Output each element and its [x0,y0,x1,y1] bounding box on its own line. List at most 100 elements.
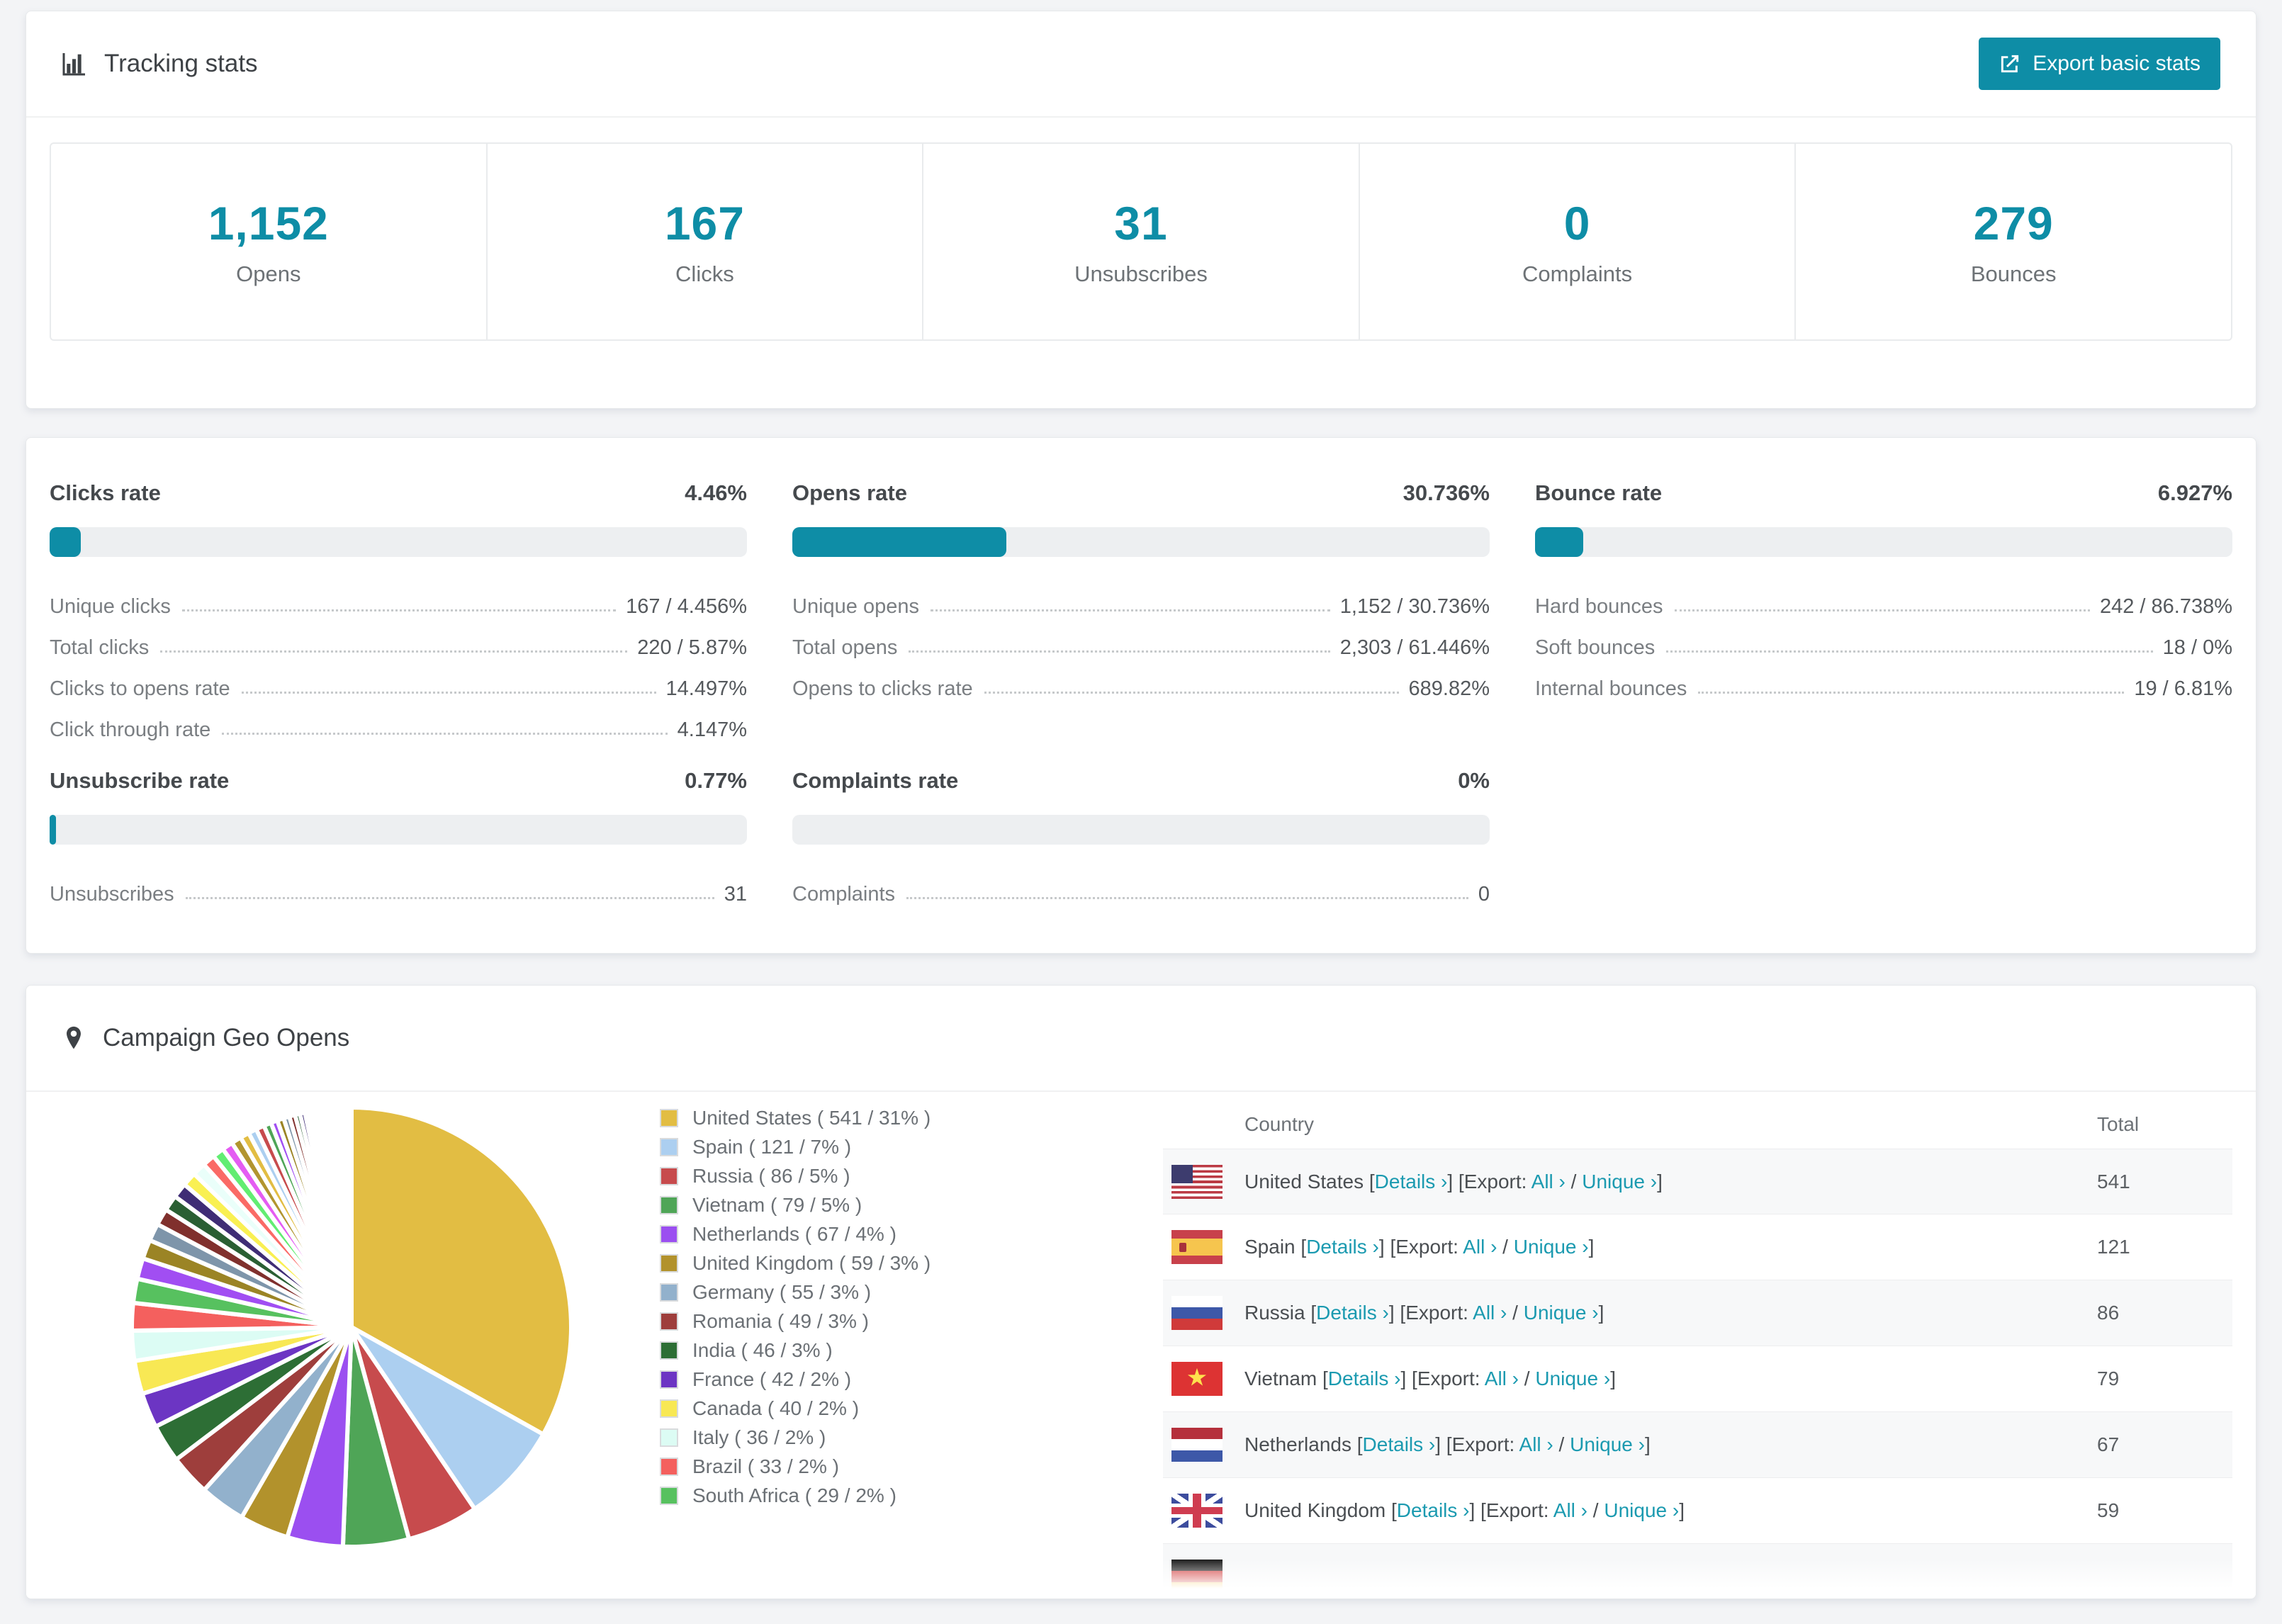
stat-cell: 31 Unsubscribes [923,144,1360,339]
rate-bar-track [792,815,1490,845]
export-button-label: Export basic stats [2033,52,2200,75]
legend-swatch [660,1282,678,1302]
country-name: Spain [1244,1236,1295,1258]
export-all-link[interactable]: All › [1485,1368,1519,1389]
total-cell: 86 [2097,1302,2120,1324]
export-basic-stats-button[interactable]: Export basic stats [1979,38,2220,90]
legend-label: Netherlands ( 67 / 4% ) [692,1222,896,1245]
stat-label: Unsubscribes [1074,261,1208,286]
export-unique-link[interactable]: Unique › [1570,1433,1645,1455]
dotted-leader [241,692,656,694]
rate-stat-value: 18 / 0% [2162,636,2232,659]
legend-label: India ( 46 / 3% ) [692,1338,833,1361]
legend-swatch [660,1224,678,1244]
export-all-link[interactable]: All › [1531,1171,1566,1192]
rate-rows: Hard bounces 242 / 86.738% Soft bounces … [1535,580,2232,703]
country-flag-icon [1171,1428,1222,1462]
rate-block: Complaints rate 0% Complaints 0 [792,768,1490,908]
legend-label: Italy ( 36 / 2% ) [692,1426,826,1448]
stat-label: Opens [236,261,301,286]
stat-label: Clicks [675,261,734,286]
stat-value: 1,152 [208,197,329,249]
details-link[interactable]: Details › [1328,1368,1401,1389]
table-row: United Kingdom [Details ›] [Export: All … [1163,1478,2232,1544]
details-link[interactable]: Details › [1363,1433,1436,1455]
details-link[interactable]: Details › [1375,1171,1448,1192]
legend-label: Spain ( 121 / 7% ) [692,1135,852,1158]
rate-rows: Unique opens 1,152 / 30.736% Total opens… [792,580,1490,703]
legend-swatch [660,1137,678,1156]
geo-pie-chart [130,1105,573,1549]
export-all-link[interactable]: All › [1473,1302,1507,1324]
total-cell: 79 [2097,1368,2120,1389]
rate-block: Bounce rate 6.927% Hard bounces 242 / 86… [1535,480,2232,744]
rate-bar-track [792,527,1490,557]
rates-card: Clicks rate 4.46% Unique clicks 167 / 4.… [26,437,2256,954]
legend-item: Spain ( 121 / 7% ) [660,1132,1163,1161]
rate-rows: Complaints 0 [792,867,1490,908]
details-link[interactable]: Details › [1316,1302,1389,1324]
details-link[interactable]: Details › [1306,1236,1379,1258]
legend-swatch [660,1399,678,1418]
rate-stat-row: Click through rate 4.147% [50,703,747,744]
rate-stat-value: 14.497% [665,677,748,700]
stat-cell: 167 Clicks [488,144,924,339]
country-cell: United States [Details ›] [Export: All ›… [1244,1170,1663,1192]
legend-item: Romania ( 49 / 3% ) [660,1307,1163,1336]
page-title: Tracking stats [60,50,258,78]
dotted-leader [1698,692,2125,694]
rate-stat-label: Clicks to opens rate [50,677,230,700]
legend-swatch [660,1457,678,1476]
legend-label: South Africa ( 29 / 2% ) [692,1484,896,1506]
export-unique-link[interactable]: Unique › [1535,1368,1610,1389]
rate-stat-label: Hard bounces [1535,595,1663,618]
tracking-card-header: Tracking stats Export basic stats [26,11,2256,118]
legend-label: United Kingdom ( 59 / 3% ) [692,1251,931,1274]
rate-stat-label: Unique opens [792,595,919,618]
country-flag-icon [1171,1164,1222,1199]
legend-swatch [660,1253,678,1273]
country-cell: Spain [Details ›] [Export: All › / Uniqu… [1244,1236,1595,1258]
export-unique-link[interactable]: Unique › [1582,1171,1657,1192]
rate-stat-label: Complaints [792,883,896,906]
rates-grid: Clicks rate 4.46% Unique clicks 167 / 4.… [26,438,2256,937]
legend-label: Germany ( 55 / 3% ) [692,1280,872,1303]
column-header-total: Total [2097,1113,2140,1135]
country-cell: Vietnam [Details ›] [Export: All › / Uni… [1244,1368,1616,1389]
rate-value: 0% [1458,768,1490,793]
dotted-leader [222,733,668,735]
dotted-leader [984,692,1399,694]
dotted-leader [160,650,628,653]
geo-card-header: Campaign Geo Opens [26,986,2256,1092]
dotted-leader [1666,650,2153,653]
table-row: Vietnam [Details ›] [Export: All › / Uni… [1163,1346,2232,1412]
export-all-link[interactable]: All › [1463,1236,1497,1258]
rate-bar-fill [50,815,56,845]
geo-legend: United States ( 541 / 31% ) Spain ( 121 … [660,1103,1163,1510]
total-cell: 541 [2097,1170,2130,1192]
export-all-link[interactable]: All › [1553,1499,1587,1521]
legend-swatch [660,1486,678,1505]
geo-table: Country Total United States [Details ›] … [1163,1100,2232,1598]
legend-item: Russia ( 86 / 5% ) [660,1161,1163,1190]
legend-item: United Kingdom ( 59 / 3% ) [660,1248,1163,1278]
rate-bar-track [50,815,747,845]
legend-item: Vietnam ( 79 / 5% ) [660,1190,1163,1219]
stat-value: 279 [1973,197,2054,249]
rate-bar-track [1535,527,2232,557]
rate-title: Unsubscribe rate [50,768,230,793]
export-unique-link[interactable]: Unique › [1524,1302,1599,1324]
rate-stat-row: Hard bounces 242 / 86.738% [1535,580,2232,621]
export-all-link[interactable]: All › [1519,1433,1553,1455]
tracking-title-text: Tracking stats [104,50,258,77]
stat-cell: 0 Complaints [1360,144,1797,339]
stat-value: 167 [664,197,745,249]
rate-stat-value: 31 [724,883,747,906]
export-unique-link[interactable]: Unique › [1514,1236,1589,1258]
details-link[interactable]: Details › [1397,1499,1470,1521]
export-unique-link[interactable]: Unique › [1604,1499,1679,1521]
rate-title: Bounce rate [1535,480,1663,505]
legend-item: India ( 46 / 3% ) [660,1336,1163,1365]
country-flag-icon [1171,1230,1222,1264]
rate-stat-value: 4.147% [677,718,747,741]
